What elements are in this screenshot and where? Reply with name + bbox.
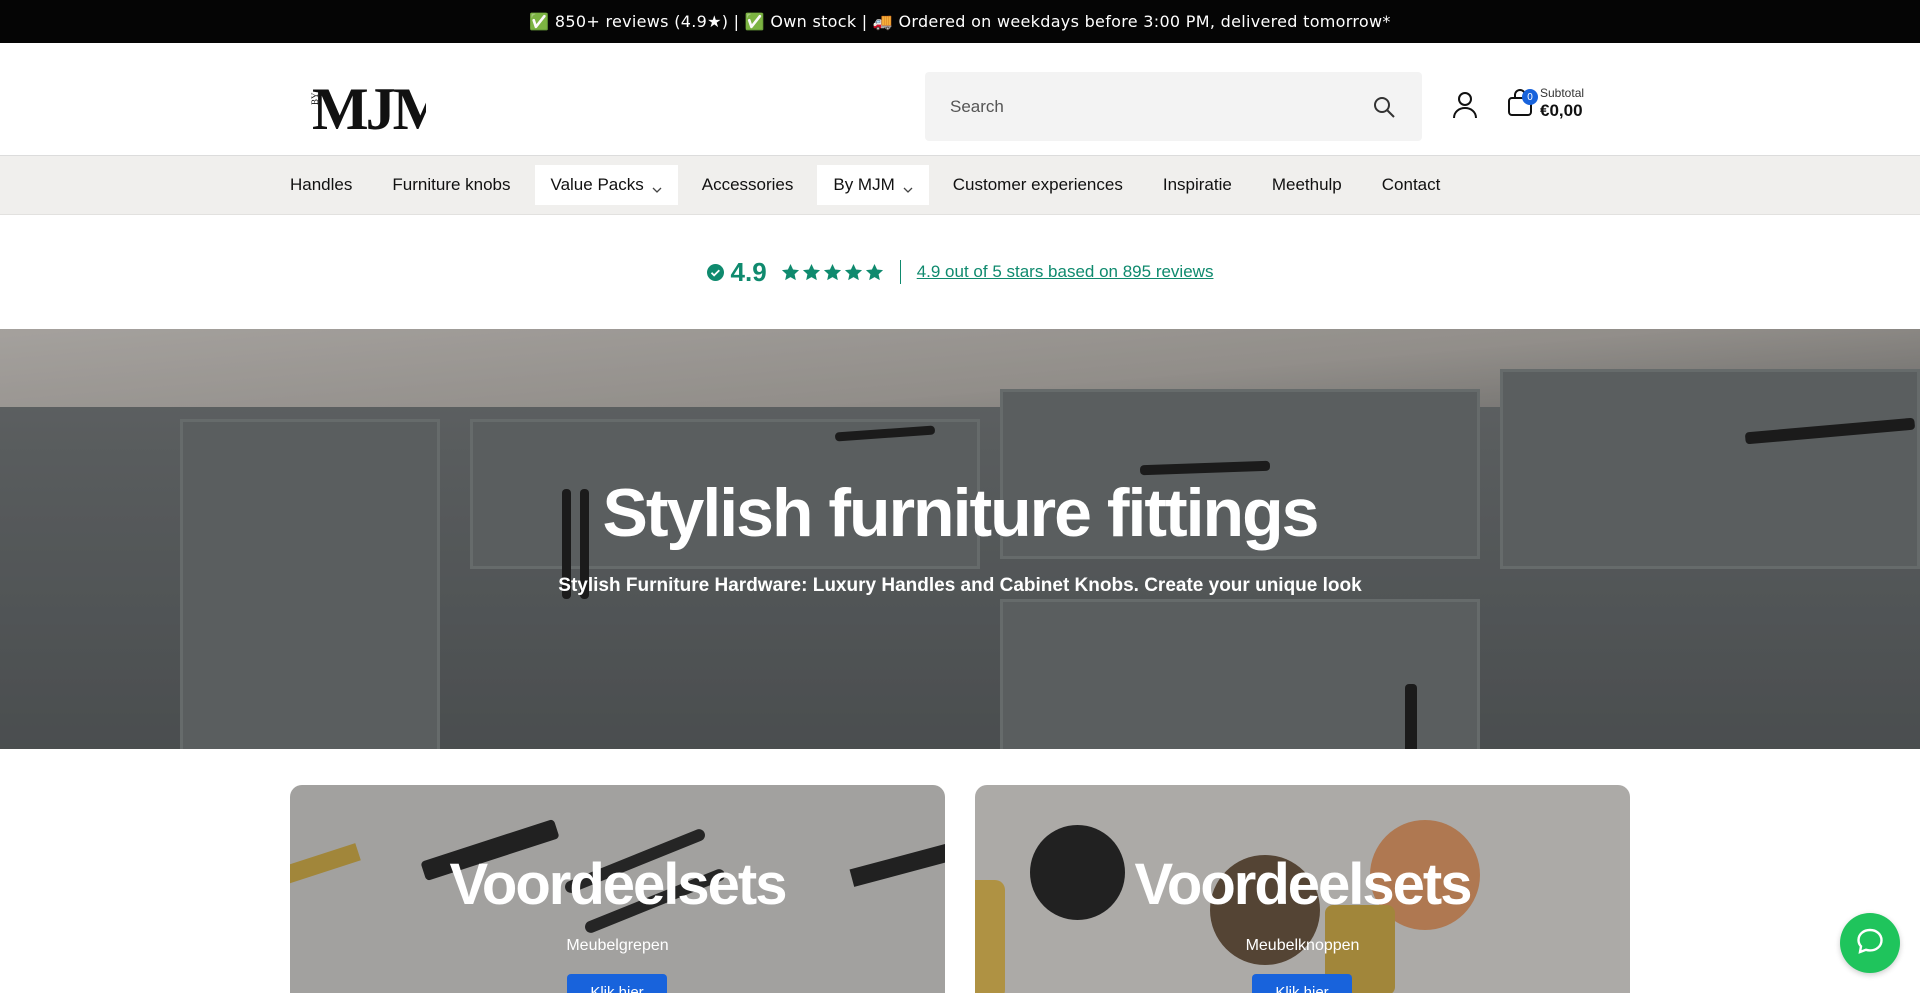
nav-item-meethulp[interactable]: Meethulp [1256, 165, 1358, 205]
rating-divider [899, 260, 901, 284]
subtotal-value: €0,00 [1540, 101, 1583, 120]
rating-score: 4.9 [730, 256, 767, 287]
card-title: Voordeelsets [449, 852, 788, 917]
star-icon [865, 263, 883, 280]
svg-text:MJM: MJM [312, 76, 426, 141]
nav-item-furniture-knobs[interactable]: Furniture knobs [376, 165, 526, 205]
site-header: BY MJM 0 Subtotal €0,00 [0, 43, 1920, 156]
card-title: Voordeelsets [1134, 852, 1473, 917]
nav-label: Inspiratie [1162, 175, 1232, 194]
hero-title: Stylish furniture fittings [602, 475, 1320, 551]
search-box [925, 72, 1422, 141]
subtotal-label: Subtotal [1540, 86, 1585, 100]
nav-label: Contact [1381, 175, 1441, 194]
card-button[interactable]: Klik hier [1252, 974, 1352, 993]
rating-bar: 4.9 4.9 out of 5 stars based on 895 revi… [0, 215, 1920, 329]
nav-label: Meethulp [1271, 175, 1342, 194]
chat-bubble-icon [1855, 926, 1885, 961]
nav-item-customer-experiences[interactable]: Customer experiences [937, 165, 1139, 205]
cart-subtotal[interactable]: Subtotal €0,00 [1540, 87, 1584, 119]
star-icon [802, 263, 820, 280]
star-icon [844, 263, 862, 280]
value-pack-handles-card[interactable]: Voordeelsets Meubelgrepen Klik hier [290, 785, 945, 993]
announcement-text: ✅ 850+ reviews (4.9★) | ✅ Own stock | 🚚 … [529, 12, 1391, 31]
verified-check-icon [706, 263, 724, 281]
nav-label: By MJM [833, 175, 895, 194]
value-pack-knobs-card[interactable]: Voordeelsets Meubelknoppen Klik hier [975, 785, 1630, 993]
account-icon[interactable] [1451, 90, 1479, 120]
star-icon [781, 263, 799, 280]
search-icon[interactable] [1371, 94, 1397, 120]
card-subtitle: Meubelknoppen [1245, 937, 1360, 954]
card-subtitle: Meubelgrepen [566, 937, 669, 954]
nav-label: Accessories [701, 175, 794, 194]
chevron-down-icon [903, 180, 913, 193]
card-button[interactable]: Klik hier [567, 974, 667, 993]
nav-label: Handles [290, 175, 353, 194]
nav-item-by-mjm[interactable]: By MJM [817, 165, 929, 205]
chevron-down-icon [652, 180, 662, 193]
reviews-link[interactable]: 4.9 out of 5 stars based on 895 reviews [917, 262, 1214, 282]
star-icon [823, 263, 841, 280]
search-input[interactable] [950, 96, 1371, 117]
site-logo[interactable]: BY MJM [306, 71, 426, 141]
nav-item-accessories[interactable]: Accessories [686, 165, 810, 205]
nav-label: Furniture knobs [392, 175, 511, 194]
cart-count-badge: 0 [1522, 89, 1538, 105]
chat-button[interactable] [1840, 913, 1900, 973]
main-nav: Handles Furniture knobs Value Packs Acce… [0, 156, 1920, 215]
nav-item-handles[interactable]: Handles [274, 165, 368, 205]
nav-label: Value Packs [550, 175, 644, 194]
nav-item-inspiratie[interactable]: Inspiratie [1147, 165, 1248, 205]
rating-stars [781, 263, 884, 282]
announcement-bar: ✅ 850+ reviews (4.9★) | ✅ Own stock | 🚚 … [0, 0, 1920, 43]
nav-label: Customer experiences [952, 175, 1123, 194]
hero-banner: Stylish furniture fittings Stylish Furni… [0, 329, 1920, 749]
nav-item-contact[interactable]: Contact [1366, 165, 1457, 205]
hero-subtitle: Stylish Furniture Hardware: Luxury Handl… [558, 575, 1362, 596]
nav-item-value-packs[interactable]: Value Packs [534, 165, 678, 205]
